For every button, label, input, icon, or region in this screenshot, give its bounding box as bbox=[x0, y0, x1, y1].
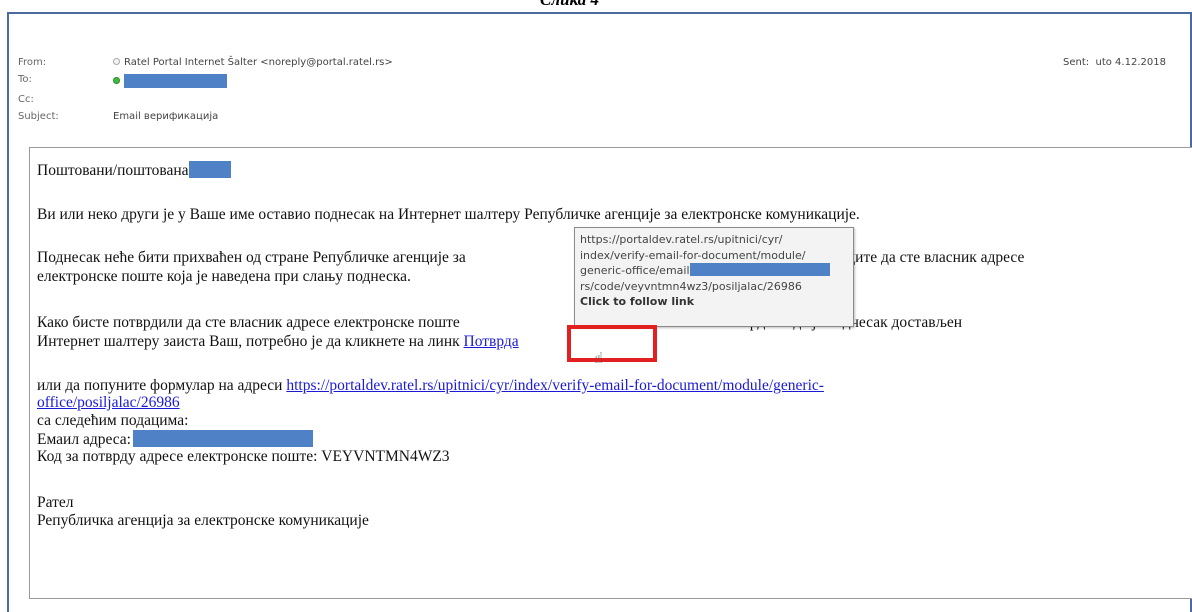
signature-name: Рател bbox=[37, 494, 74, 511]
form-link-continued[interactable]: office/posiljalac/26986 bbox=[37, 394, 180, 411]
from-row: From: Ratel Portal Internet Šalter <nore… bbox=[18, 57, 1192, 73]
sent-value: uto 4.12.2018 bbox=[1095, 57, 1166, 68]
to-label: To: bbox=[18, 74, 32, 85]
sent-label: Sent: bbox=[1063, 57, 1090, 68]
verification-code-line: Код за потврду адресе електронске поште:… bbox=[37, 448, 450, 465]
from-label: From: bbox=[18, 57, 47, 68]
tooltip-url-line-2: index/verify-email-for-document/module/ bbox=[580, 248, 806, 262]
paragraph-4-line-3: са следећим подацима: bbox=[37, 412, 189, 429]
figure-caption: Слика 4 bbox=[540, 0, 599, 10]
redacted-email bbox=[133, 430, 313, 447]
tooltip-url-line-4: rs/code/veyvntmn4wz3/posiljalac/26986 bbox=[580, 279, 802, 293]
form-link[interactable]: https://portaldev.ratel.rs/upitnici/cyr/… bbox=[286, 377, 824, 394]
tooltip-url-line-1: https://portaldev.ratel.rs/upitnici/cyr/ bbox=[580, 233, 783, 246]
link-tooltip: https://portaldev.ratel.rs/upitnici/cyr/… bbox=[574, 227, 854, 327]
presence-online-icon bbox=[113, 77, 120, 84]
signature-org: Републичка агенција за електронске комун… bbox=[37, 512, 369, 529]
greeting: Поштовани/поштована bbox=[37, 161, 231, 179]
redacted-recipient bbox=[124, 74, 227, 88]
confirm-link[interactable]: Потврда bbox=[464, 333, 519, 350]
email-address-line: Емаил адреса: bbox=[37, 430, 313, 448]
sent-info: Sent: uto 4.12.2018 bbox=[1063, 57, 1166, 68]
hand-cursor-icon: ☝ bbox=[594, 349, 604, 367]
tooltip-follow-hint: Click to follow link bbox=[580, 295, 695, 308]
subject-value: Email верификација bbox=[113, 111, 219, 122]
redacted-name bbox=[188, 161, 231, 178]
to-row: To: bbox=[18, 74, 1192, 90]
sender-address: Ratel Portal Internet Šalter <noreply@po… bbox=[124, 57, 393, 68]
redacted-url-part bbox=[689, 263, 830, 276]
presence-icon bbox=[113, 58, 120, 65]
paragraph-3-line-2: Интернет шалтеру заиста Ваш, потребно је… bbox=[37, 333, 519, 350]
tooltip-url-line-3: generic-office/email bbox=[580, 263, 848, 279]
paragraph-2-line-2: електронске поште која је наведена при с… bbox=[37, 268, 411, 285]
paragraph-4-line-1: или да попуните формулар на адреси https… bbox=[37, 377, 824, 394]
paragraph-2-line-1: Поднесак неће бити прихваћен од стране Р… bbox=[37, 249, 1025, 266]
cc-row: Cc: bbox=[18, 94, 1192, 110]
cc-label: Cc: bbox=[18, 94, 34, 105]
to-value[interactable] bbox=[113, 74, 227, 88]
subject-row: Subject: Email верификација bbox=[18, 111, 1192, 127]
paragraph-1: Ви или неко други је у Ваше име оставио … bbox=[37, 206, 860, 223]
from-value[interactable]: Ratel Portal Internet Šalter <noreply@po… bbox=[113, 57, 393, 68]
highlight-box bbox=[567, 325, 657, 362]
paragraph-4-line-2: office/posiljalac/26986 bbox=[37, 394, 180, 411]
subject-label: Subject: bbox=[18, 111, 59, 122]
